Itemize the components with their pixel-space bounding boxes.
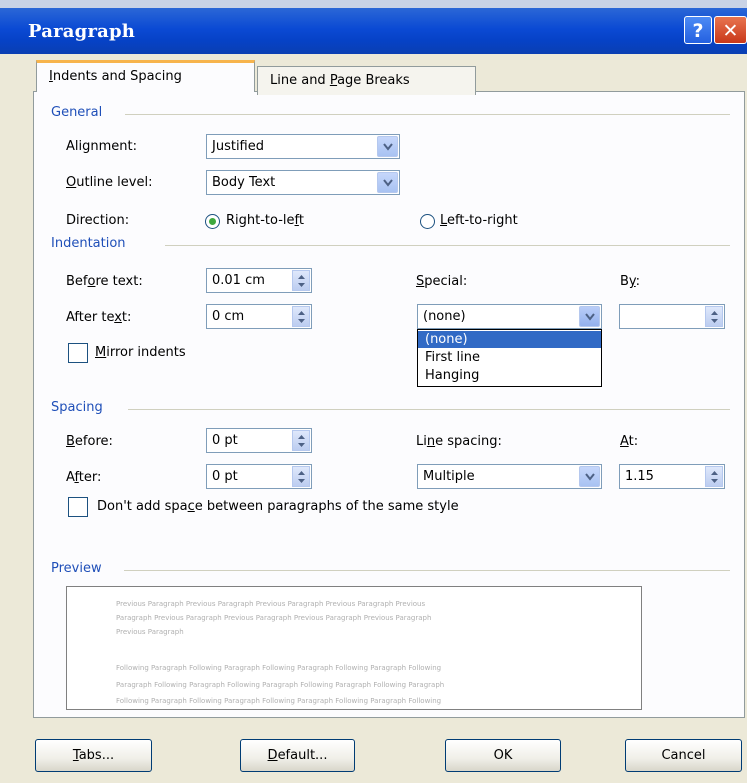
by-label: By: — [620, 274, 641, 289]
group-divider — [165, 245, 730, 246]
help-button[interactable]: ? — [684, 16, 712, 44]
preview-following-line: Paragraph Following Paragraph Following … — [116, 681, 445, 689]
cancel-button[interactable]: Cancel — [625, 739, 742, 772]
outline-level-value: Body Text — [212, 175, 276, 190]
outline-level-label: Outline level: — [66, 175, 153, 190]
special-value: (none) — [423, 309, 466, 324]
close-button[interactable]: ✕ — [714, 16, 747, 44]
after-text-label: After text: — [66, 310, 132, 325]
group-divider — [124, 570, 730, 571]
dropdown-option-none[interactable]: (none) — [418, 331, 601, 348]
after-text-spinner[interactable]: 0 cm — [206, 304, 312, 329]
radio-selected-dot — [209, 218, 216, 225]
help-icon: ? — [692, 20, 704, 42]
alignment-value: Justified — [212, 139, 264, 154]
preview-previous-line: Paragraph Previous Paragraph Previous Pa… — [116, 614, 432, 622]
general-group-header: General — [51, 105, 103, 120]
dont-add-space-checkbox[interactable] — [68, 497, 88, 517]
chevron-down-icon[interactable] — [377, 136, 398, 157]
spacing-after-value: 0 pt — [212, 469, 238, 484]
alignment-select[interactable]: Justified — [206, 134, 400, 159]
mirror-indents-checkbox[interactable] — [68, 343, 88, 363]
tab-label: Line and — [270, 73, 330, 88]
after-text-value: 0 cm — [212, 309, 245, 324]
before-text-value: 0.01 cm — [212, 273, 265, 288]
preview-previous-line: Previous Paragraph — [116, 628, 184, 636]
rtl-label[interactable]: Right-to-left — [226, 213, 304, 228]
indentation-group-header: Indentation — [51, 236, 126, 251]
special-label: Special: — [416, 274, 468, 289]
spacing-group-header: Spacing — [51, 400, 103, 415]
button-label: efault... — [277, 748, 328, 763]
mirror-indents-label[interactable]: Mirror indents — [95, 345, 186, 360]
before-text-spinner[interactable]: 0.01 cm — [206, 268, 312, 293]
spin-updown-icon[interactable] — [292, 466, 310, 487]
line-spacing-label: Line spacing: — [416, 434, 502, 449]
preview-following-line: Following Paragraph Following Paragraph … — [116, 664, 442, 672]
chevron-down-icon[interactable] — [579, 306, 600, 327]
dropdown-option-first-line[interactable]: First line — [418, 349, 601, 366]
ltr-label[interactable]: Left-to-right — [440, 213, 518, 228]
before-text-label: Before text: — [66, 274, 143, 289]
button-label-key: D — [267, 748, 278, 763]
tab-indents-and-spacing[interactable]: Indents and Spacing — [36, 60, 255, 92]
group-divider — [125, 114, 730, 115]
spin-updown-icon[interactable] — [705, 466, 723, 487]
default-button[interactable]: Default... — [240, 739, 355, 772]
preview-following-line: Following Paragraph Following Paragraph … — [116, 697, 442, 705]
spacing-after-label: After: — [66, 470, 102, 485]
alignment-label: Alignment: — [66, 139, 137, 154]
ltr-radio[interactable] — [420, 214, 435, 229]
dont-add-space-label[interactable]: Don't add space between paragraphs of th… — [97, 499, 459, 514]
tab-label: age Breaks — [337, 73, 410, 88]
at-value: 1.15 — [625, 469, 654, 484]
at-spinner[interactable]: 1.15 — [619, 464, 725, 489]
line-spacing-value: Multiple — [423, 469, 475, 484]
dropdown-option-hanging[interactable]: Hanging — [418, 367, 601, 384]
spin-updown-icon[interactable] — [292, 306, 310, 327]
group-divider — [128, 409, 730, 410]
by-spinner[interactable] — [619, 304, 725, 329]
close-icon: ✕ — [722, 20, 739, 42]
spacing-before-spinner[interactable]: 0 pt — [206, 428, 312, 453]
tabs-button[interactable]: Tabs... — [35, 739, 152, 772]
button-label: Cancel — [661, 748, 706, 763]
preview-previous-line: Previous Paragraph Previous Paragraph Pr… — [116, 600, 426, 608]
button-label: OK — [493, 748, 513, 763]
special-select[interactable]: (none) — [417, 304, 602, 329]
spacing-after-spinner[interactable]: 0 pt — [206, 464, 312, 489]
chevron-down-icon[interactable] — [377, 172, 398, 193]
line-spacing-select[interactable]: Multiple — [417, 464, 602, 489]
tab-label: ndents and Spacing — [52, 69, 182, 84]
dialog-title: Paragraph — [28, 21, 136, 42]
rtl-radio[interactable] — [205, 214, 220, 229]
spacing-before-label: Before: — [66, 434, 113, 449]
chevron-down-icon[interactable] — [579, 466, 600, 487]
tab-line-and-page-breaks[interactable]: Line and Page Breaks — [257, 66, 476, 95]
preview-box: Previous Paragraph Previous Paragraph Pr… — [66, 586, 642, 710]
special-dropdown-list: (none) First line Hanging — [417, 329, 602, 387]
spacing-before-value: 0 pt — [212, 433, 238, 448]
ok-button[interactable]: OK — [445, 739, 561, 772]
spin-updown-icon[interactable] — [292, 270, 310, 291]
button-label: abs... — [78, 748, 115, 763]
at-label: At: — [620, 434, 639, 449]
direction-label: Direction: — [66, 213, 130, 228]
preview-group-header: Preview — [51, 561, 102, 576]
tab-label-key: P — [329, 73, 338, 88]
spin-updown-icon[interactable] — [705, 306, 723, 327]
outline-level-select[interactable]: Body Text — [206, 170, 400, 195]
spin-updown-icon[interactable] — [292, 430, 310, 451]
